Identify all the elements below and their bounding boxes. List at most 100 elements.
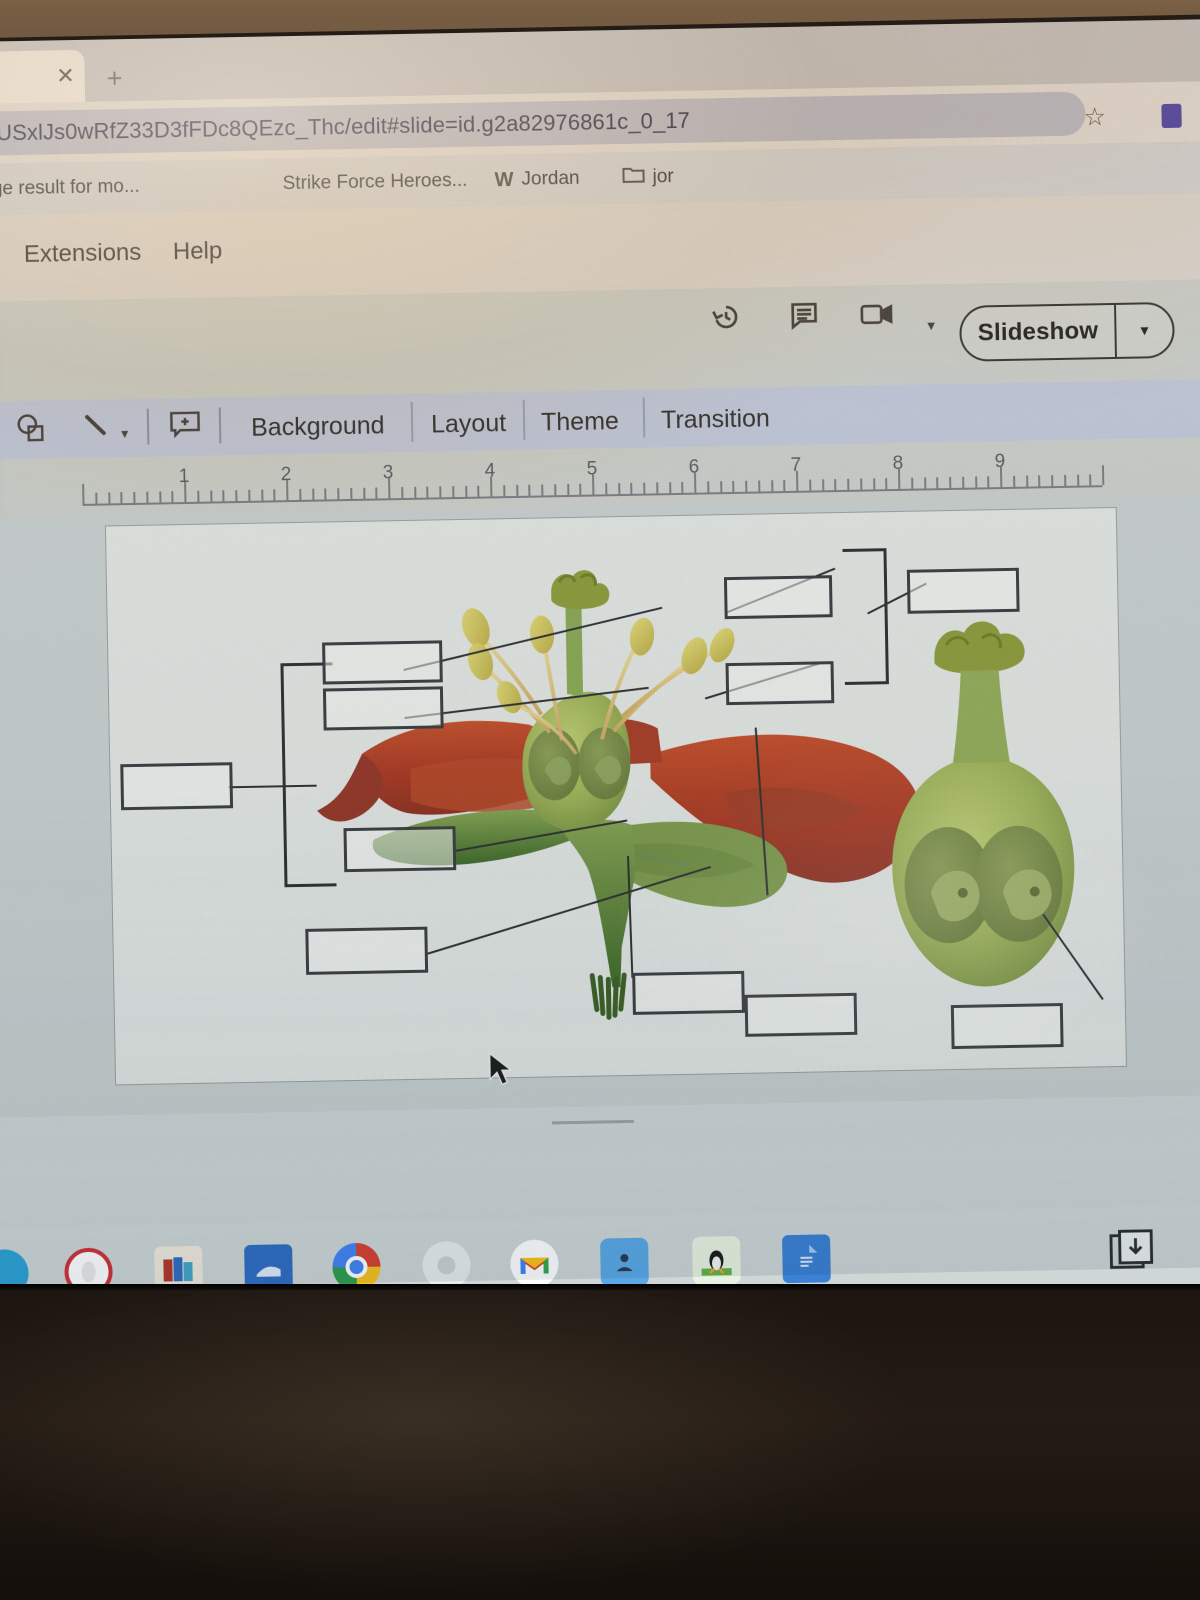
- label-box[interactable]: [322, 686, 444, 731]
- ruler-minor-tick: [1038, 475, 1041, 487]
- ruler-minor-tick: [337, 488, 340, 500]
- bookmark-item[interactable]: W Jordan: [494, 163, 580, 197]
- laptop-screen: er Diagra ✕ + bxjCzImpUSxlJs0wRfZ33D3fFD…: [0, 18, 1200, 1316]
- ruler-number: 3: [382, 462, 394, 484]
- chevron-down-icon[interactable]: ▾: [1116, 320, 1172, 341]
- line-icon[interactable]: [81, 411, 112, 445]
- label-box[interactable]: [305, 926, 429, 975]
- bookmark-label: Strike Force Heroes...: [282, 169, 468, 195]
- ruler-minor-tick: [502, 485, 506, 497]
- wiki-icon: W: [494, 168, 514, 191]
- ruler-minor-tick: [923, 477, 926, 489]
- ruler-minor-tick: [630, 482, 633, 494]
- chevron-down-icon[interactable]: ▾: [927, 316, 935, 334]
- ruler-minor-tick: [579, 483, 582, 495]
- bookmark-label: Jordan: [521, 167, 580, 190]
- ruler-minor-tick: [413, 486, 416, 498]
- bookmark-folder[interactable]: jor: [622, 161, 674, 194]
- ruler-minor-tick: [349, 487, 353, 499]
- ruler-minor-tick: [617, 483, 620, 495]
- plus-icon[interactable]: +: [106, 63, 122, 93]
- classroom-icon[interactable]: [600, 1237, 649, 1287]
- ruler-minor-tick: [1025, 475, 1028, 487]
- bookmark-item[interactable]: G Image result for mo...: [0, 171, 140, 207]
- ruler-minor-tick: [1089, 474, 1092, 486]
- ruler-minor-tick: [604, 483, 608, 495]
- ruler-number: 7: [790, 454, 802, 476]
- transition-button[interactable]: Transition: [661, 404, 770, 435]
- ruler-minor-tick: [311, 488, 314, 500]
- ruler-minor-tick: [248, 489, 251, 501]
- google-docs-icon[interactable]: [782, 1234, 831, 1284]
- ruler-minor-tick: [375, 487, 378, 499]
- ruler-minor-tick: [260, 489, 263, 501]
- star-icon[interactable]: ☆: [1083, 103, 1106, 131]
- ruler-minor-tick: [859, 478, 863, 490]
- close-icon[interactable]: ✕: [56, 63, 75, 88]
- layout-button[interactable]: Layout: [431, 409, 507, 439]
- label-box[interactable]: [343, 826, 457, 873]
- label-box[interactable]: [725, 661, 835, 706]
- browser-tab[interactable]: er Diagra ✕: [0, 49, 86, 106]
- ruler-minor-tick: [885, 478, 888, 490]
- menu-item-extensions[interactable]: Extensions: [24, 239, 142, 269]
- download-tray-icon[interactable]: [1108, 1226, 1155, 1273]
- label-box[interactable]: [744, 992, 858, 1037]
- ruler-minor-tick: [757, 480, 761, 492]
- slide[interactable]: sciencephoto: [104, 506, 1127, 1086]
- ruler-minor-tick: [745, 480, 748, 492]
- photo-scene: er Diagra ✕ + bxjCzImpUSxlJs0wRfZ33D3fFD…: [0, 0, 1200, 1600]
- label-box[interactable]: [120, 762, 234, 811]
- label-box[interactable]: [632, 970, 745, 1015]
- menu-item-help[interactable]: Help: [173, 237, 223, 266]
- slide-canvas-area: sciencephoto: [0, 494, 1200, 1118]
- ruler-minor-tick: [222, 490, 225, 502]
- background-button[interactable]: Background: [251, 411, 385, 442]
- flower-anatomy-diagram: sciencephoto: [106, 508, 1126, 1084]
- ruler-minor-tick: [1063, 474, 1067, 486]
- theme-button[interactable]: Theme: [541, 407, 619, 437]
- ruler-minor-tick: [1051, 475, 1054, 487]
- grouping-bracket-right: [842, 548, 889, 685]
- ruler-minor-tick: [1076, 474, 1079, 486]
- ruler-minor-tick: [643, 482, 646, 494]
- ruler-minor-tick: [324, 488, 327, 500]
- ruler-minor-tick: [273, 489, 276, 501]
- history-clock-icon[interactable]: [709, 300, 744, 340]
- ruler-minor-tick: [834, 479, 837, 491]
- ruler-minor-tick: [566, 483, 569, 496]
- chevron-down-icon[interactable]: ▾: [121, 425, 128, 442]
- ruler-minor-tick: [668, 482, 671, 494]
- ruler-minor-tick: [197, 490, 200, 502]
- ruler-minor-tick: [961, 476, 965, 488]
- bookmark-item[interactable]: Strike Force Heroes...: [282, 165, 467, 200]
- label-box[interactable]: [950, 1003, 1064, 1050]
- add-comment-icon[interactable]: [169, 410, 202, 444]
- ruler-minor-tick: [528, 484, 531, 496]
- penguin-linux-icon[interactable]: [692, 1235, 741, 1285]
- ruler-minor-tick: [451, 486, 455, 498]
- ruler-number: 5: [586, 458, 598, 480]
- ruler-minor-tick: [107, 492, 110, 504]
- ruler-minor-tick: [439, 486, 442, 498]
- ruler-major-tick: [1101, 465, 1105, 486]
- ruler-minor-tick: [1012, 475, 1016, 487]
- slideshow-button[interactable]: Slideshow ▾: [959, 301, 1175, 362]
- speaker-notes-area[interactable]: [0, 1094, 1200, 1228]
- label-box[interactable]: [723, 575, 833, 620]
- shape-icon[interactable]: [15, 413, 48, 449]
- extension-icon[interactable]: [1161, 103, 1182, 129]
- ruler-minor-tick: [209, 490, 212, 502]
- label-box[interactable]: [906, 567, 1020, 614]
- comment-icon[interactable]: [787, 298, 822, 338]
- ruler-minor-tick: [477, 485, 480, 497]
- label-box[interactable]: [322, 640, 443, 685]
- ruler-minor-tick: [936, 477, 939, 489]
- ruler-minor-tick: [847, 478, 850, 490]
- ruler-minor-tick: [171, 491, 174, 503]
- ruler-number: 9: [994, 450, 1006, 473]
- video-camera-icon[interactable]: [859, 297, 896, 337]
- ruler-minor-tick: [770, 480, 773, 492]
- ruler-minor-tick: [987, 476, 990, 488]
- ruler-minor-tick: [426, 486, 429, 498]
